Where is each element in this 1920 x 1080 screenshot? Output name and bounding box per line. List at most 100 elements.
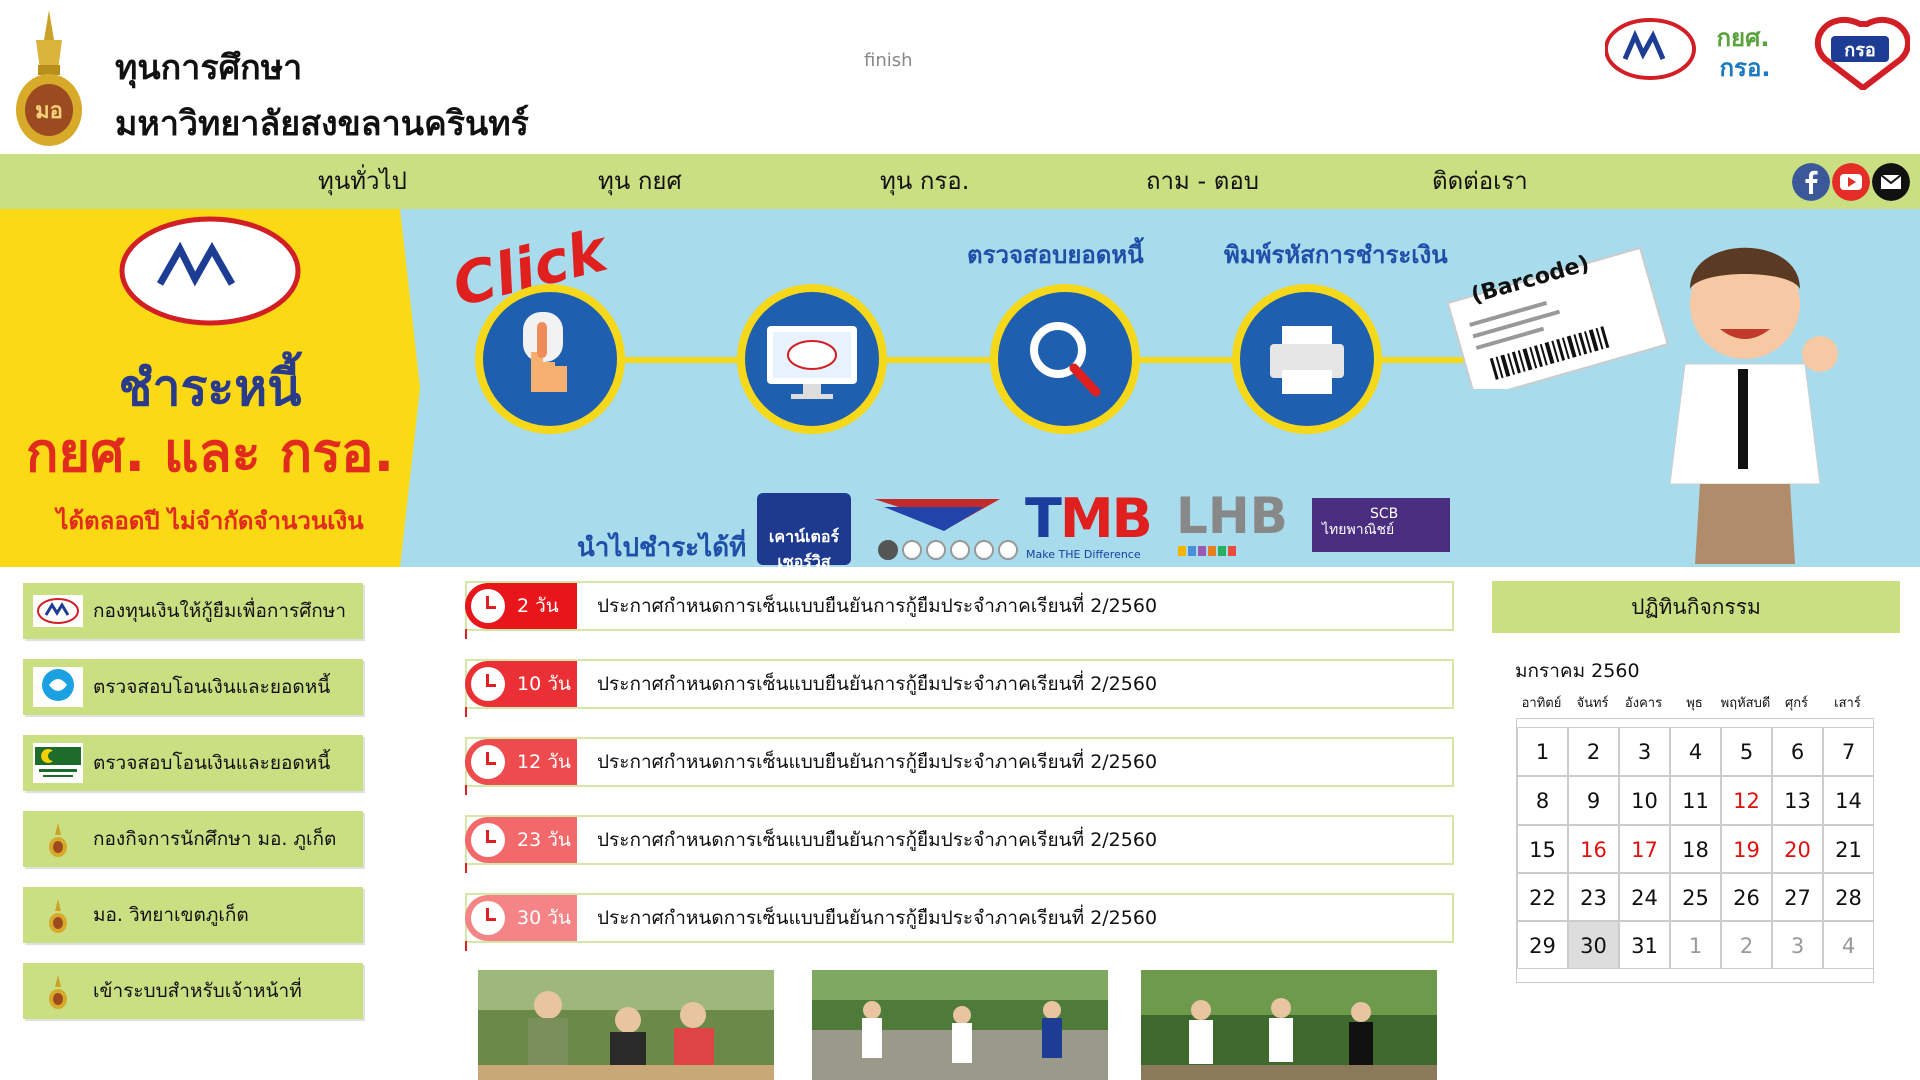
calendar-day[interactable]: 25 [1670, 873, 1721, 921]
mail-icon[interactable] [1872, 163, 1910, 201]
calendar-day[interactable]: 14 [1823, 776, 1874, 825]
calendar-day[interactable]: 5 [1721, 727, 1772, 776]
psu-emblem-icon[interactable]: มอ [14, 10, 84, 148]
news-title[interactable]: ประกาศกำหนดการเซ็นแบบยืนยันการกู้ยืมประจ… [597, 661, 1157, 707]
calendar-day[interactable]: 29 [1517, 921, 1568, 969]
calendar-day[interactable]: 18 [1670, 825, 1721, 873]
carousel-dot[interactable] [878, 540, 898, 560]
calendar-day[interactable]: 3 [1619, 727, 1670, 776]
calendar-day[interactable]: 17 [1619, 825, 1670, 873]
carousel-dot[interactable] [974, 540, 994, 560]
lhb-logo[interactable]: LHB [1176, 487, 1288, 545]
calendar-dow: เสาร์ [1834, 696, 1861, 711]
nav-item-kro[interactable]: ทุน กรอ. [880, 154, 969, 209]
activity-photo[interactable] [478, 970, 774, 1080]
calendar-day[interactable]: 2 [1721, 921, 1772, 969]
calendar-day[interactable]: 13 [1772, 776, 1823, 825]
psu-emblem-icon [49, 975, 67, 1009]
news-days: 10 วัน [517, 673, 571, 695]
calendar-dow: พฤหัสบดี [1720, 696, 1771, 711]
psu-emblem-icon [49, 823, 67, 857]
news-days: 30 วัน [517, 907, 571, 929]
carousel-dot[interactable] [950, 540, 970, 560]
calendar-day[interactable]: 20 [1772, 825, 1823, 873]
calendar-day[interactable]: 1 [1670, 921, 1721, 969]
sidebar-item-check-transfer-islamic[interactable]: ตรวจสอบโอนเงินและยอดหนี้ [23, 735, 363, 791]
calendar-day[interactable]: 19 [1721, 825, 1772, 873]
calendar-day[interactable]: 21 [1823, 825, 1874, 873]
calendar-day[interactable]: 12 [1721, 776, 1772, 825]
news-title[interactable]: ประกาศกำหนดการเซ็นแบบยืนยันการกู้ยืมประจ… [597, 817, 1157, 863]
computer-icon [737, 284, 887, 434]
calendar-day[interactable]: 27 [1772, 873, 1823, 921]
news-item[interactable]: 30 วัน ประกาศกำหนดการเซ็นแบบยืนยันการกู้… [465, 893, 1454, 951]
carousel-dot[interactable] [902, 540, 922, 560]
calendar-day[interactable]: 31 [1619, 921, 1670, 969]
calendar-day[interactable]: 16 [1568, 825, 1619, 873]
calendar-day[interactable]: 1 [1517, 727, 1568, 776]
calendar-header: ปฏิทินกิจกรรม [1492, 581, 1900, 633]
calendar-day[interactable]: 23 [1568, 873, 1619, 921]
calendar-day[interactable]: 24 [1619, 873, 1670, 921]
nav-item-general-scholarship[interactable]: ทุนทั่วไป [318, 154, 407, 209]
calendar-day[interactable]: 7 [1823, 727, 1874, 776]
youtube-icon[interactable] [1832, 163, 1870, 201]
calendar-dow: พุธ [1686, 696, 1703, 711]
nav-item-faq[interactable]: ถาม - ตอบ [1146, 154, 1259, 209]
sidebar-item-label: เข้าระบบสำหรับเจ้าหน้าที่ [93, 980, 302, 1002]
tmb-slogan: Make THE Difference [1026, 548, 1141, 561]
caption-check-debt: ตรวจสอบยอดหนี้ [967, 241, 1144, 269]
news-days-badge: 2 วัน [465, 583, 577, 639]
calendar-day-today[interactable]: 30 [1568, 921, 1619, 969]
sidebar-item-label: กองกิจการนักศึกษา มอ. ภูเก็ต [93, 828, 337, 850]
news-title[interactable]: ประกาศกำหนดการเซ็นแบบยืนยันการกู้ยืมประจ… [597, 583, 1157, 629]
carousel-dot[interactable] [998, 540, 1018, 560]
news-item[interactable]: 10 วัน ประกาศกำหนดการเซ็นแบบยืนยันการกู้… [465, 659, 1454, 717]
news-days: 2 วัน [517, 595, 559, 617]
news-title[interactable]: ประกาศกำหนดการเซ็นแบบยืนยันการกู้ยืมประจ… [597, 739, 1157, 785]
activity-photo[interactable] [1141, 970, 1437, 1080]
counter-service-logo[interactable]: เคาน์เตอร์เซอร์วิส [757, 493, 851, 567]
calendar-day[interactable]: 15 [1517, 825, 1568, 873]
tmb-logo[interactable]: TMB [1025, 487, 1153, 550]
calendar-day[interactable]: 8 [1517, 776, 1568, 825]
sidebar-item-staff-login[interactable]: เข้าระบบสำหรับเจ้าหน้าที่ [23, 963, 363, 1019]
calendar-day[interactable]: 9 [1568, 776, 1619, 825]
calendar-day[interactable]: 28 [1823, 873, 1874, 921]
news-item[interactable]: 23 วัน ประกาศกำหนดการเซ็นแบบยืนยันการกู้… [465, 815, 1454, 873]
sidebar-item-student-loan-fund[interactable]: กองทุนเงินให้กู้ยืมเพื่อการศึกษา [23, 583, 363, 639]
calendar-day[interactable]: 2 [1568, 727, 1619, 776]
carousel-dot[interactable] [926, 540, 946, 560]
tmb-logo-t: T [1025, 487, 1062, 550]
calendar-day[interactable]: 22 [1517, 873, 1568, 921]
nav-item-contact[interactable]: ติดต่อเรา [1432, 154, 1528, 209]
cartoon-man-illustration [1669, 247, 1838, 564]
news-item[interactable]: 2 วัน ประกาศกำหนดการเซ็นแบบยืนยันการกู้ย… [465, 581, 1454, 639]
calendar-day[interactable]: 10 [1619, 776, 1670, 825]
calendar-day[interactable]: 3 [1772, 921, 1823, 969]
news-item[interactable]: 12 วัน ประกาศกำหนดการเซ็นแบบยืนยันการกู้… [465, 737, 1454, 795]
social-links [1792, 163, 1912, 201]
hero-banner[interactable]: ชำระหนี้ กยศ. และ กรอ. ได้ตลอดปี ไม่จำกั… [0, 209, 1920, 567]
calendar-day[interactable]: 26 [1721, 873, 1772, 921]
calendar-day[interactable]: 4 [1670, 727, 1721, 776]
site-title-line2: มหาวิทยาลัยสงขลานครินทร์ [115, 104, 529, 144]
activity-photo[interactable] [812, 970, 1108, 1080]
badge-tail [465, 629, 467, 639]
calendar-day[interactable]: 4 [1823, 921, 1874, 969]
calendar-day[interactable]: 6 [1772, 727, 1823, 776]
kro-badge-text: กรอ [1844, 40, 1875, 61]
nav-item-kyc[interactable]: ทุน กยศ [598, 154, 682, 209]
sidebar-item-check-transfer-ktb[interactable]: ตรวจสอบโอนเงินและยอดหนี้ [23, 659, 363, 715]
scb-logo[interactable]: SCB ไทยพาณิชย์ [1312, 498, 1450, 552]
sidebar-item-student-affairs-phuket[interactable]: กองกิจการนักศึกษา มอ. ภูเก็ต [23, 811, 363, 867]
news-title[interactable]: ประกาศกำหนดการเซ็นแบบยืนยันการกู้ยืมประจ… [597, 895, 1157, 941]
facebook-icon[interactable] [1792, 163, 1830, 201]
clock-icon [471, 745, 505, 779]
main-nav: ทุนทั่วไป ทุน กยศ ทุน กรอ. ถาม - ตอบ ติด… [0, 154, 1920, 209]
sidebar-item-psu-phuket-campus[interactable]: มอ. วิทยาเขตภูเก็ต [23, 887, 363, 943]
calendar-day[interactable]: 11 [1670, 776, 1721, 825]
news-days-badge: 30 วัน [465, 895, 577, 951]
search-icon [990, 284, 1140, 434]
thailand-post-logo-icon[interactable] [874, 495, 1000, 539]
